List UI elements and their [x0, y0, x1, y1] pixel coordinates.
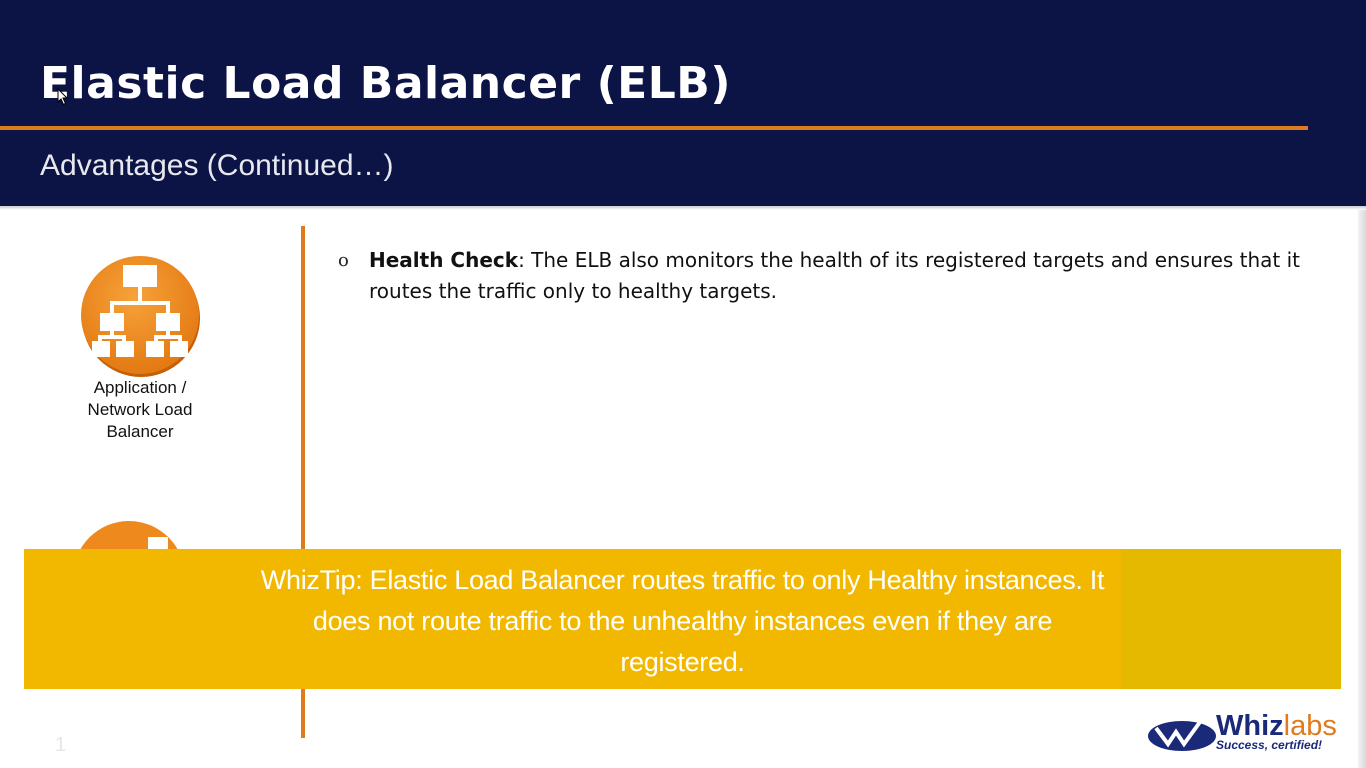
header-shadow — [0, 206, 1366, 210]
banner-shade — [1121, 549, 1341, 689]
caption-line: Network Load — [87, 400, 193, 419]
logo-tagline: Success, certified! — [1216, 738, 1323, 752]
bullet-health-check: Health Check: The ELB also monitors the … — [369, 245, 1309, 307]
slide-title: Elastic Load Balancer (ELB) — [40, 58, 731, 109]
whizlabs-logo-icon — [1148, 720, 1216, 751]
slide-subtitle: Advantages (Continued…) — [40, 149, 394, 182]
mouse-cursor-icon — [57, 88, 69, 106]
whiztip-text: WhizTip: Elastic Load Balancer routes tr… — [260, 565, 1105, 677]
caption-line: Application / — [93, 378, 187, 397]
icon-caption: Application / Network Load Balancer — [60, 377, 220, 443]
whizlabs-logo: Whizlabs Success, certified! — [1146, 710, 1346, 756]
window-edge — [1358, 210, 1366, 768]
caption-line: Balancer — [106, 422, 174, 441]
load-balancer-icon — [80, 255, 202, 377]
page-number: 1 — [55, 734, 67, 756]
title-underline — [0, 126, 1308, 130]
bullet-term: Health Check — [369, 248, 519, 272]
bullet-marker: o — [338, 250, 349, 271]
